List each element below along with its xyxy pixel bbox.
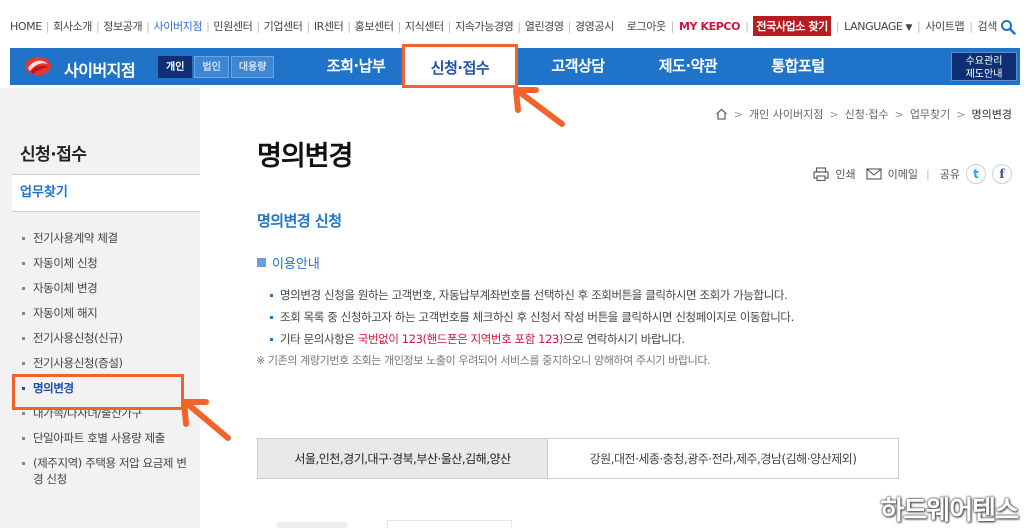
sidebar-title: 신청·접수 <box>20 145 87 165</box>
global-links: HOME | 회사소개 | 정보공개 | 사이버지점 | 민원센터 | 기업센터 | IR센… <box>10 18 614 34</box>
breadcrumb-item[interactable]: 개인 사이버지점 <box>749 106 823 122</box>
facebook-icon[interactable]: f <box>992 164 1012 184</box>
tab-region-seoul-gyeongbuk[interactable]: 서울,인천,경기,대구·경북,부산·울산,김해,양산 <box>257 438 548 479</box>
search-label: 검색 <box>977 19 998 33</box>
form-label-placeholder <box>277 522 347 528</box>
share-label: 공유 <box>939 168 960 181</box>
form-select[interactable] <box>387 520 512 528</box>
page-tools: 인쇄 이메일 | 공유 t f <box>803 164 1012 184</box>
section-title: 명의변경 신청 <box>257 212 342 230</box>
link-disclosure[interactable]: 정보공개 <box>103 18 142 34</box>
breadcrumb-current: 명의변경 <box>971 108 1012 121</box>
link-home[interactable]: HOME <box>10 20 42 33</box>
sidebar-item-apartment-usage[interactable]: 단일아파트 호별 사용량 제출 <box>20 430 192 446</box>
sidebar-menu: 전기사용계약 체결 자동이체 신청 자동이체 변경 자동이체 해지 전기사용신청… <box>20 230 192 496</box>
guide-item-suffix: 으로 연락하시기 바랍니다. <box>563 332 685 346</box>
top-utility-bar: HOME | 회사소개 | 정보공개 | 사이버지점 | 민원센터 | 기업센터 | IR센… <box>0 0 1024 48</box>
link-pr-center[interactable]: 홍보센터 <box>355 18 394 34</box>
search-icon <box>1000 19 1016 35</box>
email-button[interactable]: 이메일 <box>866 166 918 182</box>
link-sustainability[interactable]: 지속가능경영 <box>455 18 514 34</box>
tab-region-gangwon-gyeongnam[interactable]: 강원,대전·세종·충청,광주·전라,제주,경남(김해·양산제외) <box>548 438 899 479</box>
segment-large-volume[interactable]: 대용량 <box>230 56 275 78</box>
link-business-center[interactable]: 기업센터 <box>264 18 303 34</box>
sitemap-link[interactable]: 사이트맵 <box>925 18 964 34</box>
search-button[interactable]: 검색 <box>978 18 1016 35</box>
watermark: 하드웨어텐스 <box>880 496 1019 526</box>
sidebar-item-autopay-cancel[interactable]: 자동이체 해지 <box>20 305 192 321</box>
sidebar-item-autopay-change[interactable]: 자동이체 변경 <box>20 280 192 296</box>
sidebar-item-jeju-rate[interactable]: (제주지역) 주택용 저압 요금제 변경 신청 <box>20 455 192 487</box>
share-label-wrap: 공유 <box>940 166 960 182</box>
sidebar-item-autopay-apply[interactable]: 자동이체 신청 <box>20 255 192 271</box>
twitter-icon[interactable]: t <box>966 164 986 184</box>
email-label: 이메일 <box>887 168 919 181</box>
guide-heading: 이용안내 <box>257 253 320 272</box>
segment-individual[interactable]: 개인 <box>158 56 193 78</box>
service-notice: ※ 기존의 계량기번호 조회는 개인정보 노출이 우려되어 서비스를 중지하오니… <box>256 354 711 367</box>
contact-number: 국번없이 123(핸드폰은 지역번호 포함 123) <box>357 332 564 346</box>
demand-btn-line1: 수요관리 <box>965 56 1003 67</box>
print-icon <box>813 167 829 181</box>
search-form-row <box>257 512 537 528</box>
highlight-box <box>12 374 184 410</box>
sidebar-section-task-search[interactable]: 업무찾기 <box>12 174 200 212</box>
home-icon[interactable] <box>715 108 728 120</box>
guide-heading-text: 이용안내 <box>272 257 320 272</box>
guide-item-prefix: 기타 문의사항은 <box>280 332 358 346</box>
kepco-logo-icon <box>25 57 51 75</box>
sidebar: 신청·접수 업무찾기 전기사용계약 체결 자동이체 신청 자동이체 변경 자동이… <box>0 88 200 528</box>
link-open-management[interactable]: 열린경영 <box>525 18 564 34</box>
link-management-disclosure[interactable]: 경영공시 <box>575 18 614 34</box>
email-icon <box>866 168 882 180</box>
guide-list: 명의변경 신청을 원하는 고객번호, 자동납부계좌번호를 선택하신 후 조회버튼… <box>268 284 794 350</box>
logout-link[interactable]: 로그아웃 <box>627 18 666 34</box>
region-tabs: 서울,인천,경기,대구·경북,부산·울산,김해,양산 강원,대전·세종·충청,광… <box>257 438 899 479</box>
link-cyber-branch[interactable]: 사이버지점 <box>154 18 203 34</box>
sidebar-item-new-usage[interactable]: 전기사용신청(신규) <box>20 330 192 346</box>
breadcrumb-item[interactable]: 업무찾기 <box>910 106 950 122</box>
language-label: LANGUAGE <box>844 19 903 33</box>
caret-down-icon: ▼ <box>905 22 913 33</box>
segment-corporate[interactable]: 법인 <box>194 56 229 78</box>
customer-type-segment: 개인 법인 대용량 <box>158 56 276 78</box>
breadcrumb: > 개인 사이버지점 > 신청·접수 > 업무찾기 > 명의변경 <box>715 106 1012 122</box>
sidebar-item-expansion[interactable]: 전기사용신청(증설) <box>20 355 192 371</box>
square-bullet-icon <box>257 258 266 267</box>
print-label: 인쇄 <box>835 168 856 181</box>
menu-policy-terms[interactable]: 제도·약관 <box>630 48 746 85</box>
brand-title[interactable]: 사이버지점 <box>64 57 136 81</box>
menu-integrated-portal[interactable]: 통합포털 <box>740 48 856 85</box>
annotation-arrow-icon <box>181 399 231 441</box>
demand-management-button[interactable]: 수요관리 제도안내 <box>951 52 1017 81</box>
language-select[interactable]: LANGUAGE ▼ <box>844 20 912 33</box>
breadcrumb-item[interactable]: 신청·접수 <box>845 106 889 122</box>
guide-item: 기타 문의사항은 국번없이 123(핸드폰은 지역번호 포함 123)으로 연락… <box>268 328 794 350</box>
demand-btn-line2: 제도안내 <box>965 69 1003 80</box>
national-office-button[interactable]: 전국사업소 찾기 <box>753 16 831 36</box>
sidebar-item-contract[interactable]: 전기사용계약 체결 <box>20 230 192 246</box>
menu-inquiry-payment[interactable]: 조회·납부 <box>302 48 410 85</box>
link-ir-center[interactable]: IR센터 <box>314 18 344 34</box>
guide-item: 조회 목록 중 신청하고자 하는 고객번호를 체크하신 후 신청서 작성 버튼을… <box>268 306 794 328</box>
guide-item: 명의변경 신청을 원하는 고객번호, 자동납부계좌번호를 선택하신 후 조회버튼… <box>268 284 794 306</box>
link-company[interactable]: 회사소개 <box>53 18 92 34</box>
print-button[interactable]: 인쇄 <box>813 166 856 182</box>
utility-links: 로그아웃 | MY KEPCO | 전국사업소 찾기 | LANGUAGE ▼ | 사이트… <box>627 16 1016 36</box>
link-knowledge-center[interactable]: 지식센터 <box>405 18 444 34</box>
annotation-arrow-icon <box>513 87 565 127</box>
my-kepco-link[interactable]: MY KEPCO <box>679 20 740 33</box>
page-title: 명의변경 <box>257 141 353 172</box>
link-civil-center[interactable]: 민원센터 <box>213 18 252 34</box>
